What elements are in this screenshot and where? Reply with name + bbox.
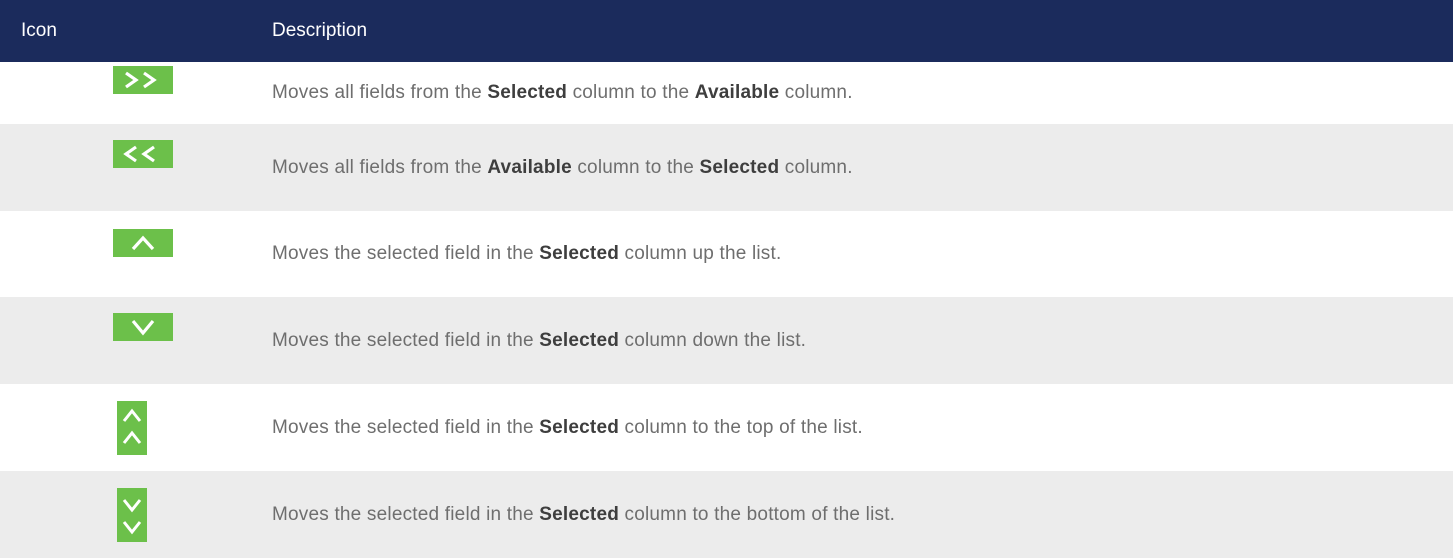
row-description: Moves all fields from the Available colu… xyxy=(272,156,853,178)
move-down-icon xyxy=(113,312,173,341)
table-row: Moves the selected field in the Selected… xyxy=(0,297,1453,384)
icon-column-header: Icon xyxy=(21,20,57,41)
row-description: Moves the selected field in the Selected… xyxy=(272,329,807,351)
move-to-top-icon xyxy=(117,400,147,455)
table-row: Moves all fields from the Available colu… xyxy=(0,124,1453,211)
row-description: Moves the selected field in the Selected… xyxy=(272,503,896,525)
table-header: Icon Description xyxy=(0,0,1453,62)
move-all-left-icon xyxy=(113,139,173,168)
move-up-icon xyxy=(113,229,173,257)
row-description: Moves the selected field in the Selected… xyxy=(272,243,782,264)
row-description: Moves the selected field in the Selected… xyxy=(272,416,863,438)
table-row: Moves the selected field in the Selected… xyxy=(0,471,1453,558)
row-description: Moves all fields from the Selected colum… xyxy=(272,82,853,103)
table-row: Moves all fields from the Selected colum… xyxy=(0,62,1453,124)
move-to-bottom-icon xyxy=(117,487,147,542)
table-row: Moves the selected field in the Selected… xyxy=(0,211,1453,297)
move-all-right-icon xyxy=(113,66,173,94)
table-row: Moves the selected field in the Selected… xyxy=(0,384,1453,471)
description-column-header: Description xyxy=(272,20,368,41)
icon-reference-table: Icon Description Moves all fields from t… xyxy=(0,0,1453,558)
